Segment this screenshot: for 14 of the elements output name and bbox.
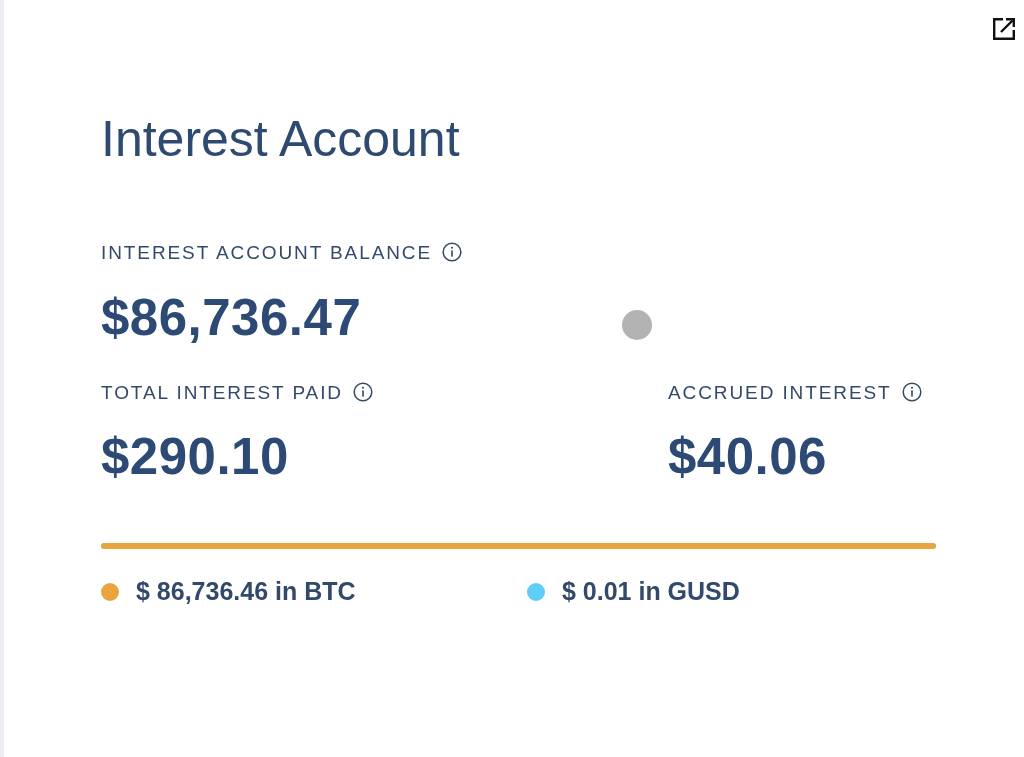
touch-dot-icon (622, 310, 652, 340)
stat-label: TOTAL INTEREST PAID (101, 382, 343, 402)
stat-value: $290.10 (101, 431, 289, 482)
info-icon[interactable] (901, 382, 922, 402)
legend-text: $ 86,736.46 in BTC (136, 579, 356, 604)
info-icon[interactable] (442, 242, 463, 262)
legend-text: $ 0.01 in GUSD (562, 579, 740, 604)
page-title: Interest Account (101, 114, 460, 164)
balance-label: INTEREST ACCOUNT BALANCE (101, 242, 433, 262)
info-icon[interactable] (353, 382, 373, 402)
stat-label: ACCRUED INTEREST (668, 382, 892, 402)
open-external-icon[interactable] (992, 17, 1016, 41)
stat-value: $40.06 (668, 431, 827, 482)
balance-value: $86,736.47 (101, 292, 362, 343)
